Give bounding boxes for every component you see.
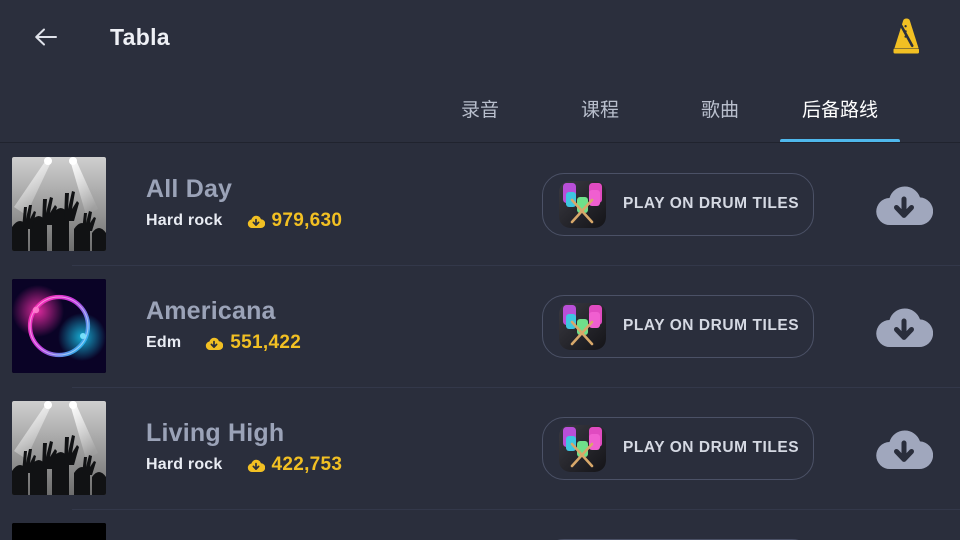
tab-label: 课程 — [580, 100, 619, 121]
download-count: 422,753 — [271, 454, 343, 476]
song-thumbnail — [12, 157, 106, 251]
song-title: Living High — [146, 418, 285, 447]
drum-tiles-app-icon — [559, 302, 606, 350]
download-count: 979,630 — [271, 210, 343, 232]
download-button[interactable] — [872, 294, 936, 358]
tab-recordings[interactable]: 录音 — [420, 74, 540, 143]
song-title: Americana — [146, 296, 276, 325]
tab-label: 后备路线 — [801, 100, 878, 121]
cloud-download-icon — [247, 215, 265, 228]
download-count-group: 422,753 — [247, 454, 343, 476]
song-subline: Hard rock 979,630 — [146, 210, 536, 232]
song-subline: Hard rock 422,753 — [146, 454, 536, 476]
cloud-download-icon — [247, 459, 265, 472]
tab-courses[interactable]: 课程 — [540, 74, 660, 143]
app-root: Tabla 录音 课程 歌曲 后备路线 All Day Hard rock 97… — [0, 0, 960, 540]
concert-crowd-thumbnail-icon — [12, 401, 106, 495]
song-meta: All Day Hard rock 979,630 — [146, 176, 536, 232]
page-title: Tabla — [110, 23, 170, 50]
drum-tiles-app-icon — [559, 424, 606, 472]
cloud-download-icon — [206, 337, 224, 350]
song-genre: Hard rock — [146, 456, 223, 474]
song-thumbnail — [12, 523, 106, 540]
song-meta: Living High Hard rock 422,753 — [146, 420, 536, 476]
neon-ring-thumbnail-icon — [12, 279, 106, 373]
tab-label: 录音 — [460, 100, 499, 121]
download-button[interactable] — [872, 416, 936, 480]
table-row[interactable]: All Day Hard rock 979,630 PLAY ON DRUM T… — [0, 143, 960, 265]
song-meta: Americana Edm 551,422 — [146, 298, 536, 354]
app-header: Tabla — [0, 0, 960, 74]
metronome-button[interactable] — [884, 13, 932, 61]
play-button-label: PLAY ON DRUM TILES — [623, 317, 800, 334]
download-button[interactable] — [872, 172, 936, 236]
song-subline: Edm 551,422 — [146, 332, 536, 354]
play-on-drum-tiles-button[interactable]: PLAY ON DRUM TILES — [542, 416, 814, 480]
tab-label: 歌曲 — [700, 100, 739, 121]
back-button[interactable] — [24, 15, 68, 59]
download-count-group: 551,422 — [205, 332, 301, 354]
download-count: 551,422 — [230, 332, 302, 354]
table-row[interactable]: Americana Edm 551,422 PLAY ON DRUM TILES — [0, 265, 960, 387]
song-genre: Edm — [146, 334, 182, 352]
play-on-drum-tiles-button[interactable]: PLAY ON DRUM TILES — [542, 294, 814, 358]
tab-bar: 录音 课程 歌曲 后备路线 — [0, 74, 960, 143]
download-count-group: 979,630 — [247, 210, 343, 232]
tab-backing-tracks[interactable]: 后备路线 — [780, 74, 900, 143]
play-button-label: PLAY ON DRUM TILES — [623, 195, 800, 212]
song-thumbnail — [12, 401, 106, 495]
concert-crowd-thumbnail-icon — [12, 157, 106, 251]
metronome-icon — [893, 18, 919, 54]
tab-songs[interactable]: 歌曲 — [660, 74, 780, 143]
song-thumbnail — [12, 279, 106, 373]
backing-track-list[interactable]: All Day Hard rock 979,630 PLAY ON DRUM T… — [0, 143, 960, 540]
arrow-left-icon — [35, 28, 57, 46]
cloud-download-icon — [876, 430, 933, 470]
cloud-download-icon — [876, 186, 933, 226]
table-row[interactable]: Living High Hard rock 422,753 PLAY ON DR… — [0, 387, 960, 509]
song-genre: Hard rock — [146, 212, 223, 230]
drum-tiles-app-icon — [559, 180, 606, 228]
table-row[interactable] — [0, 509, 960, 540]
play-on-drum-tiles-button[interactable]: PLAY ON DRUM TILES — [542, 172, 814, 236]
black-placeholder-thumbnail-icon — [12, 523, 106, 540]
play-button-label: PLAY ON DRUM TILES — [623, 439, 800, 456]
song-title: All Day — [146, 174, 233, 203]
cloud-download-icon — [876, 308, 933, 348]
